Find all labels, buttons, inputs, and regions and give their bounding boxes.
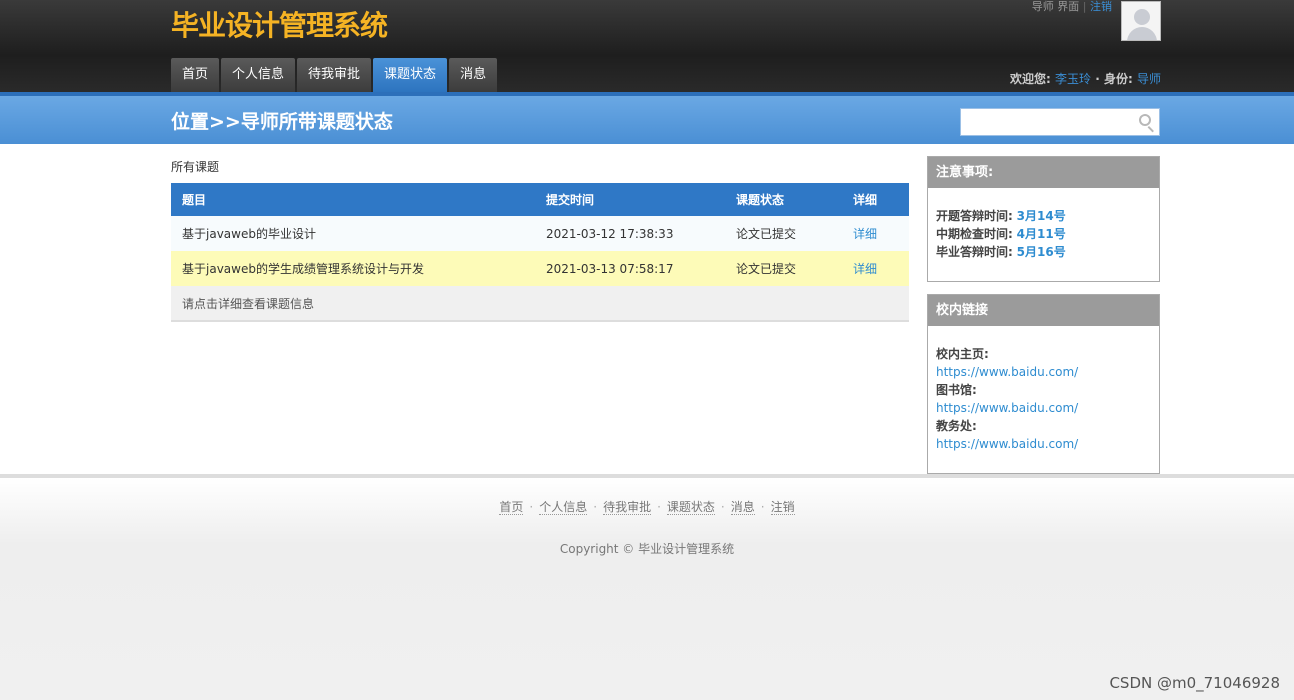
- footer-dot: ·: [657, 500, 661, 514]
- search-icon[interactable]: [1139, 114, 1151, 126]
- table-hint: 请点击详细查看课题信息: [171, 286, 909, 322]
- link-label: 教务处:: [936, 419, 977, 433]
- notice-title: 注意事项:: [928, 157, 1159, 188]
- cell-time: 2021-03-12 17:38:33: [535, 216, 725, 251]
- homepage-link[interactable]: https://www.baidu.com/: [936, 365, 1078, 379]
- tab-pending-approval[interactable]: 待我审批: [297, 58, 372, 92]
- watermark: CSDN @m0_71046928: [1109, 674, 1280, 692]
- footer-link-logout[interactable]: 注销: [770, 500, 795, 515]
- tab-messages[interactable]: 消息: [449, 58, 498, 92]
- logout-link[interactable]: 注销: [1090, 0, 1112, 13]
- notice-value: 4月11号: [1016, 227, 1066, 241]
- main-content: 所有课题 题目 提交时间 课题状态 详细 基于javaweb的毕业设计 2021…: [0, 144, 1294, 474]
- topics-table: 题目 提交时间 课题状态 详细 基于javaweb的毕业设计 2021-03-1…: [171, 183, 909, 322]
- role-link[interactable]: 导师 界面: [1032, 0, 1080, 13]
- notice-label: 毕业答辩时间:: [936, 245, 1013, 259]
- identity-label: · 身份:: [1095, 72, 1133, 86]
- top-links-separator: |: [1082, 0, 1087, 13]
- tab-profile[interactable]: 个人信息: [221, 58, 296, 92]
- avatar[interactable]: [1121, 1, 1161, 41]
- notice-body: 开题答辩时间: 3月14号 中期检查时间: 4月11号 毕业答辩时间: 5月16…: [928, 188, 1159, 271]
- footer: 首页 · 个人信息 · 待我审批 · 课题状态 · 消息 · 注销 Copyright © 毕业设计…: [0, 478, 1294, 700]
- header: 毕业设计管理系统 导师 界面 | 注销 首页 个人信息 待我审批 课题状态 消息…: [0, 0, 1294, 92]
- search-box: [960, 108, 1160, 136]
- tab-home[interactable]: 首页: [171, 58, 220, 92]
- notice-label: 开题答辩时间:: [936, 209, 1013, 223]
- avatar-head-icon: [1134, 9, 1150, 25]
- copyright: Copyright © 毕业设计管理系统: [559, 542, 735, 556]
- search-input[interactable]: [961, 109, 1131, 135]
- welcome-info: 欢迎您: 李玉玲 · 身份: 导师: [1010, 70, 1161, 87]
- cell-title: 基于javaweb的毕业设计: [171, 216, 535, 251]
- table-header-row: 题目 提交时间 课题状态 详细: [171, 183, 909, 216]
- col-title: 题目: [171, 183, 535, 216]
- notice-item: 开题答辩时间: 3月14号: [936, 207, 1151, 225]
- tab-topic-status[interactable]: 课题状态: [373, 58, 448, 92]
- footer-link-pending[interactable]: 待我审批: [603, 500, 652, 515]
- footer-dot: ·: [529, 500, 534, 514]
- table-row: 基于javaweb的毕业设计 2021-03-12 17:38:33 论文已提交…: [171, 216, 909, 251]
- link-label: 图书馆:: [936, 383, 977, 397]
- footer-link-messages[interactable]: 消息: [730, 500, 755, 515]
- detail-link[interactable]: 详细: [842, 251, 909, 286]
- col-time: 提交时间: [535, 183, 725, 216]
- col-status: 课题状态: [725, 183, 842, 216]
- main-nav: 首页 个人信息 待我审批 课题状态 消息: [171, 58, 499, 92]
- detail-link[interactable]: 详细: [842, 216, 909, 251]
- location-bar: 位置>>导师所带课题状态: [0, 92, 1294, 144]
- cell-status: 论文已提交: [725, 216, 842, 251]
- site-title: 毕业设计管理系统: [171, 9, 388, 42]
- notice-box: 注意事项: 开题答辩时间: 3月14号 中期检查时间: 4月11号 毕业答辩时间…: [927, 156, 1160, 282]
- footer-link-status[interactable]: 课题状态: [666, 500, 715, 515]
- identity-value[interactable]: 导师: [1137, 72, 1161, 86]
- footer-nav: 首页 · 个人信息 · 待我审批 · 课题状态 · 消息 · 注销: [0, 498, 1294, 515]
- footer-dot: ·: [720, 500, 725, 514]
- campus-links-body: 校内主页: https://www.baidu.com/ 图书馆: https:…: [928, 326, 1159, 463]
- notice-item: 毕业答辩时间: 5月16号: [936, 243, 1151, 261]
- welcome-label: 欢迎您:: [1010, 72, 1051, 86]
- link-label: 校内主页:: [936, 347, 989, 361]
- footer-dot: ·: [760, 500, 765, 514]
- section-label: 所有课题: [171, 160, 220, 174]
- table-row: 基于javaweb的学生成绩管理系统设计与开发 2021-03-13 07:58…: [171, 251, 909, 286]
- notice-value: 3月14号: [1016, 209, 1066, 223]
- user-name-link[interactable]: 李玉玲: [1055, 72, 1091, 86]
- col-detail: 详细: [842, 183, 909, 216]
- footer-link-profile[interactable]: 个人信息: [539, 500, 588, 515]
- academic-affairs-link[interactable]: https://www.baidu.com/: [936, 437, 1078, 451]
- footer-dot: ·: [593, 500, 598, 514]
- notice-value: 5月16号: [1016, 245, 1066, 259]
- cell-time: 2021-03-13 07:58:17: [535, 251, 725, 286]
- notice-item: 中期检查时间: 4月11号: [936, 225, 1151, 243]
- table-hint-row: 请点击详细查看课题信息: [171, 286, 909, 322]
- campus-links-title: 校内链接: [928, 295, 1159, 326]
- campus-links-box: 校内链接 校内主页: https://www.baidu.com/ 图书馆: h…: [927, 294, 1160, 474]
- cell-title: 基于javaweb的学生成绩管理系统设计与开发: [171, 251, 535, 286]
- footer-link-home[interactable]: 首页: [499, 500, 524, 515]
- cell-status: 论文已提交: [725, 251, 842, 286]
- page-title: 位置>>导师所带课题状态: [171, 111, 393, 133]
- notice-label: 中期检查时间:: [936, 227, 1013, 241]
- top-links: 导师 界面 | 注销: [1000, 0, 1112, 14]
- avatar-body-icon: [1127, 27, 1157, 40]
- library-link[interactable]: https://www.baidu.com/: [936, 401, 1078, 415]
